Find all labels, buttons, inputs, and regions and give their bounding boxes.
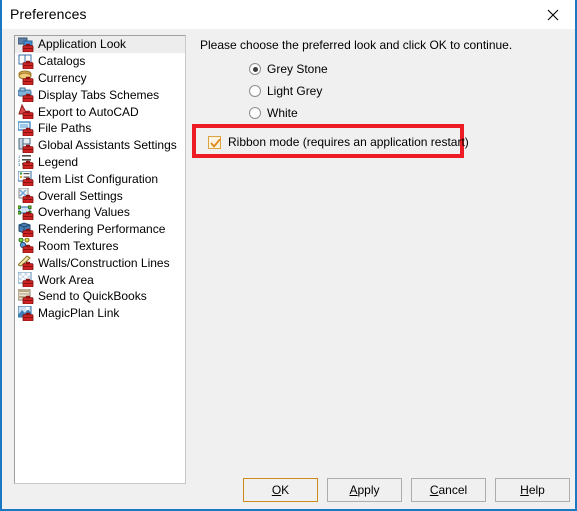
global-assistants-settings-icon [18, 137, 34, 153]
ok-button[interactable]: OK [243, 478, 318, 502]
radio-icon[interactable] [249, 85, 261, 97]
sidebar-item-label: File Paths [38, 121, 92, 136]
sidebar-item-catalogs[interactable]: Catalogs [15, 53, 185, 70]
look-radio-group[interactable]: Grey Stone Light Grey White [249, 60, 328, 126]
magicplan-link-icon [18, 305, 34, 321]
look-option-light-grey[interactable]: Light Grey [249, 82, 328, 100]
currency-icon [18, 70, 34, 86]
preferences-category-list[interactable]: Application Look Catalogs Currency Displ… [14, 35, 186, 484]
help-button-label: Help [520, 483, 545, 497]
sidebar-item-label: Work Area [38, 272, 94, 287]
svg-text:3: 3 [18, 162, 21, 167]
apply-button-label: Apply [349, 483, 380, 497]
look-option-white[interactable]: White [249, 104, 328, 122]
sidebar-item-work-area[interactable]: Work Area [15, 271, 185, 288]
sidebar-item-send-to-quickbooks[interactable]: Send to QuickBooks [15, 288, 185, 305]
cancel-button-label: Cancel [429, 483, 468, 497]
send-to-quickbooks-icon [18, 288, 34, 304]
check-icon [210, 138, 221, 147]
work-area-icon [18, 272, 34, 288]
work-area-icon [18, 272, 34, 288]
walls-construction-lines-icon [18, 255, 34, 271]
magicplan-link-icon [18, 305, 34, 321]
overhang-values-icon [18, 205, 34, 220]
ribbon-mode-label: Ribbon mode (requires an application res… [228, 135, 469, 149]
help-button[interactable]: Help [495, 478, 570, 502]
catalogs-icon [18, 54, 34, 69]
sidebar-item-label: Rendering Performance [38, 222, 166, 237]
sidebar-item-item-list-configuration[interactable]: Item List Configuration [15, 170, 185, 187]
sidebar-item-label: Overall Settings [38, 188, 123, 203]
sidebar-item-label: Export to AutoCAD [38, 104, 139, 119]
sidebar-item-walls-construction-lines[interactable]: Walls/Construction Lines [15, 254, 185, 271]
sidebar-item-label: Catalogs [38, 54, 86, 69]
legend-icon: 123 [18, 154, 34, 170]
cancel-button[interactable]: Cancel [411, 478, 486, 502]
sidebar-item-export-to-autocad[interactable]: Export to AutoCAD [15, 103, 185, 120]
instruction-text: Please choose the preferred look and cli… [200, 38, 513, 52]
export-to-autocad-icon [18, 104, 34, 120]
display-tabs-schemes-icon [18, 87, 34, 103]
radio-icon[interactable] [249, 107, 261, 119]
room-textures-icon [18, 238, 34, 254]
send-to-quickbooks-icon [18, 288, 34, 304]
sidebar-item-rendering-performance[interactable]: Rendering Performance [15, 221, 185, 238]
application-look-icon [18, 37, 34, 52]
sidebar-item-label: Display Tabs Schemes [38, 87, 160, 102]
overall-settings-icon [18, 188, 34, 204]
sidebar-item-display-tabs-schemes[interactable]: Display Tabs Schemes [15, 86, 185, 103]
room-textures-icon [18, 238, 34, 254]
sidebar-item-currency[interactable]: Currency [15, 70, 185, 87]
sidebar-item-overall-settings[interactable]: Overall Settings [15, 187, 185, 204]
legend-icon: 123 [18, 154, 34, 170]
sidebar-item-label: Application Look [38, 37, 127, 52]
display-tabs-schemes-icon [18, 87, 34, 103]
sidebar-item-overhang-values[interactable]: Overhang Values [15, 204, 185, 221]
sidebar-item-label: Item List Configuration [38, 171, 159, 186]
sidebar-item-label: Currency [38, 70, 87, 85]
look-option-label: White [267, 106, 298, 120]
file-paths-icon [18, 121, 34, 136]
sidebar-item-file-paths[interactable]: File Paths [15, 120, 185, 137]
item-list-configuration-icon [18, 171, 34, 187]
global-assistants-settings-icon [18, 137, 34, 153]
sidebar-item-label: Overhang Values [38, 205, 130, 220]
ok-button-label: OK [271, 483, 290, 497]
file-paths-icon [18, 121, 34, 136]
sidebar-item-label: Global Assistants Settings [38, 138, 177, 153]
look-option-label: Grey Stone [267, 62, 328, 76]
sidebar-item-label: Send to QuickBooks [38, 289, 147, 304]
ribbon-mode-checkbox[interactable] [208, 135, 221, 149]
sidebar-item-label: Legend [38, 154, 79, 169]
ribbon-mode-checkbox-row[interactable]: Ribbon mode (requires an application res… [208, 134, 469, 150]
close-icon [547, 9, 558, 20]
overhang-values-icon [18, 205, 34, 220]
sidebar-item-room-textures[interactable]: Room Textures [15, 238, 185, 255]
currency-icon [18, 70, 34, 86]
window-title: Preferences [10, 6, 87, 22]
title-bar: Preferences [2, 0, 575, 29]
catalogs-icon [18, 54, 34, 69]
sidebar-item-label: Walls/Construction Lines [38, 255, 170, 270]
look-option-label: Light Grey [267, 84, 323, 98]
preferences-dialog: Preferences Application Look Catalogs Cu… [0, 0, 577, 511]
sidebar-item-application-look[interactable]: Application Look [15, 36, 185, 53]
sidebar-item-label: MagicPlan Link [38, 306, 120, 321]
rendering-performance-icon [18, 222, 34, 237]
close-button[interactable] [530, 0, 575, 29]
sidebar-item-label: Room Textures [38, 238, 119, 253]
sidebar-item-global-assistants-settings[interactable]: Global Assistants Settings [15, 137, 185, 154]
radio-icon[interactable] [249, 63, 261, 75]
apply-button[interactable]: Apply [327, 478, 402, 502]
export-to-autocad-icon [18, 104, 34, 120]
walls-construction-lines-icon [18, 255, 34, 271]
application-look-icon [18, 37, 34, 52]
overall-settings-icon [18, 188, 34, 204]
item-list-configuration-icon [18, 171, 34, 187]
rendering-performance-icon [18, 222, 34, 237]
look-option-grey-stone[interactable]: Grey Stone [249, 60, 328, 78]
sidebar-item-legend[interactable]: 123 Legend [15, 154, 185, 171]
sidebar-item-magicplan-link[interactable]: MagicPlan Link [15, 305, 185, 322]
